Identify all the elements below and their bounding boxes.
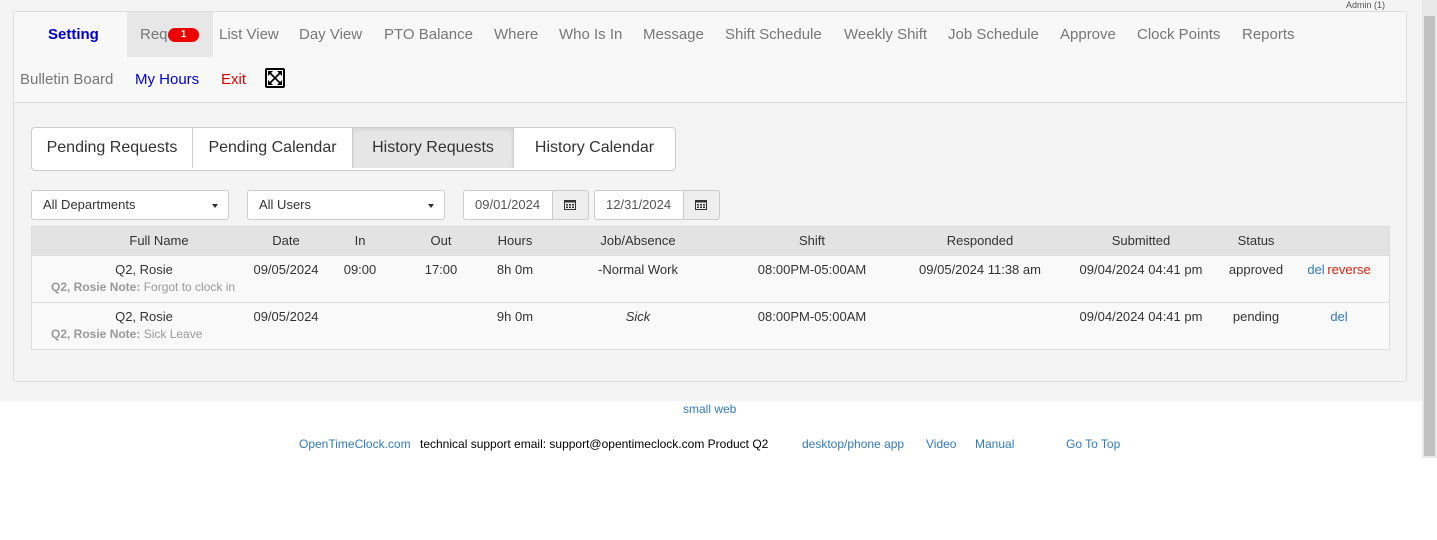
user-select[interactable]: All Users (247, 190, 445, 220)
fullscreen-icon[interactable] (265, 68, 285, 88)
start-date-calendar-button[interactable] (553, 190, 589, 220)
tab-pending-calendar[interactable]: Pending Calendar (193, 128, 353, 168)
cell-hours: 9h 0m (496, 309, 534, 324)
table-row: Q2, Rosie 09/05/2024 9h 0m Sick 08:00PM-… (32, 303, 1389, 349)
nav-pto-balance[interactable]: PTO Balance (384, 26, 473, 43)
request-tabs: Pending Requests Pending Calendar Histor… (31, 127, 676, 171)
tab-history-calendar[interactable]: History Calendar (514, 128, 675, 168)
reverse-link[interactable]: reverse (1327, 262, 1370, 277)
admin-label: Admin (1) (1345, 0, 1385, 10)
cell-submitted: 09/04/2024 04:41 pm (1079, 309, 1203, 324)
col-date[interactable]: Date (272, 233, 299, 248)
cell-hours: 8h 0m (496, 262, 534, 277)
cell-in: 09:00 (343, 262, 377, 277)
calendar-icon (695, 200, 707, 210)
nav-where[interactable]: Where (494, 26, 538, 43)
desktop-phone-app-link[interactable]: desktop/phone app (802, 437, 904, 451)
requests-table: Full Name Date In Out Hours Job/Absence … (31, 226, 1390, 350)
nav-approve[interactable]: Approve (1060, 26, 1116, 43)
delete-link[interactable]: del (1307, 262, 1324, 277)
main-panel: Setting Req 1 List View Day View PTO Bal… (13, 11, 1407, 382)
nav-list-view[interactable]: List View (219, 26, 279, 43)
nav-clock-points[interactable]: Clock Points (1137, 26, 1220, 43)
col-job-absence[interactable]: Job/Absence (600, 233, 675, 248)
cell-submitted: 09/04/2024 04:41 pm (1079, 262, 1203, 277)
col-responded[interactable]: Responded (947, 233, 1014, 248)
nav-exit[interactable]: Exit (221, 71, 246, 88)
calendar-icon (564, 200, 576, 210)
tab-history-requests[interactable]: History Requests (353, 128, 514, 168)
nav-setting[interactable]: Setting (48, 26, 99, 43)
nav-job-schedule[interactable]: Job Schedule (948, 26, 1039, 43)
department-select[interactable]: All Departments (31, 190, 229, 220)
cell-responded: 09/05/2024 11:38 am (919, 262, 1041, 277)
nav-my-hours[interactable]: My Hours (135, 71, 199, 88)
end-date-calendar-button[interactable] (684, 190, 720, 220)
cell-full-name: Q2, Rosie (115, 262, 173, 277)
table-header: Full Name Date In Out Hours Job/Absence … (32, 227, 1389, 256)
col-full-name[interactable]: Full Name (129, 233, 188, 248)
vertical-scrollbar[interactable] (1422, 0, 1437, 458)
cell-shift: 08:00PM-05:00AM (757, 262, 867, 277)
request-note: Q2, Rosie Note: Forgot to clock in (51, 280, 235, 294)
delete-link[interactable]: del (1330, 309, 1347, 324)
top-navbar: Setting Req 1 List View Day View PTO Bal… (14, 12, 1406, 103)
note-text: Sick Leave (143, 327, 203, 341)
nav-who-is-in[interactable]: Who Is In (559, 26, 622, 43)
support-text: technical support email: support@opentim… (420, 437, 769, 451)
video-link[interactable]: Video (926, 437, 956, 451)
col-submitted[interactable]: Submitted (1112, 233, 1171, 248)
tab-pending-requests[interactable]: Pending Requests (32, 128, 193, 168)
cell-date: 09/05/2024 (253, 309, 319, 324)
nav-reports[interactable]: Reports (1242, 26, 1295, 43)
col-out[interactable]: Out (431, 233, 452, 248)
manual-link[interactable]: Manual (975, 437, 1014, 451)
request-note: Q2, Rosie Note: Sick Leave (51, 327, 202, 341)
nav-shift-schedule[interactable]: Shift Schedule (725, 26, 822, 43)
cell-status: pending (1232, 309, 1280, 324)
col-in[interactable]: In (355, 233, 366, 248)
start-date-input[interactable]: 09/01/2024 (463, 190, 553, 220)
nav-day-view[interactable]: Day View (299, 26, 362, 43)
table-row: Q2, Rosie 09/05/2024 09:00 17:00 8h 0m -… (32, 256, 1389, 303)
nav-message[interactable]: Message (643, 26, 704, 43)
col-hours[interactable]: Hours (498, 233, 533, 248)
opentimeclock-link[interactable]: OpenTimeClock.com (299, 437, 411, 451)
cell-status: approved (1228, 262, 1284, 277)
nav-bulletin-board[interactable]: Bulletin Board (20, 71, 113, 88)
scrollbar-thumb[interactable] (1424, 16, 1435, 456)
col-status[interactable]: Status (1238, 233, 1275, 248)
cell-out: 17:00 (424, 262, 458, 277)
nav-weekly-shift[interactable]: Weekly Shift (844, 26, 927, 43)
nav-req[interactable]: Req (140, 26, 168, 43)
note-text: Forgot to clock in (143, 280, 236, 294)
note-label: Q2, Rosie Note: (51, 327, 141, 341)
cell-shift: 08:00PM-05:00AM (757, 309, 867, 324)
cell-date: 09/05/2024 (253, 262, 319, 277)
end-date-input[interactable]: 12/31/2024 (594, 190, 684, 220)
department-select-value: All Departments (43, 197, 136, 212)
caret-down-icon (428, 204, 434, 208)
cell-job-absence: Sick (625, 309, 651, 324)
cell-job-absence: -Normal Work (598, 262, 678, 277)
small-web-link[interactable]: small web (683, 402, 736, 416)
caret-down-icon (212, 204, 218, 208)
user-select-value: All Users (259, 197, 312, 212)
go-to-top-link[interactable]: Go To Top (1066, 437, 1120, 451)
cell-full-name: Q2, Rosie (115, 309, 173, 324)
col-shift[interactable]: Shift (799, 233, 825, 248)
note-label: Q2, Rosie Note: (51, 280, 141, 294)
req-count-badge: 1 (168, 28, 199, 42)
